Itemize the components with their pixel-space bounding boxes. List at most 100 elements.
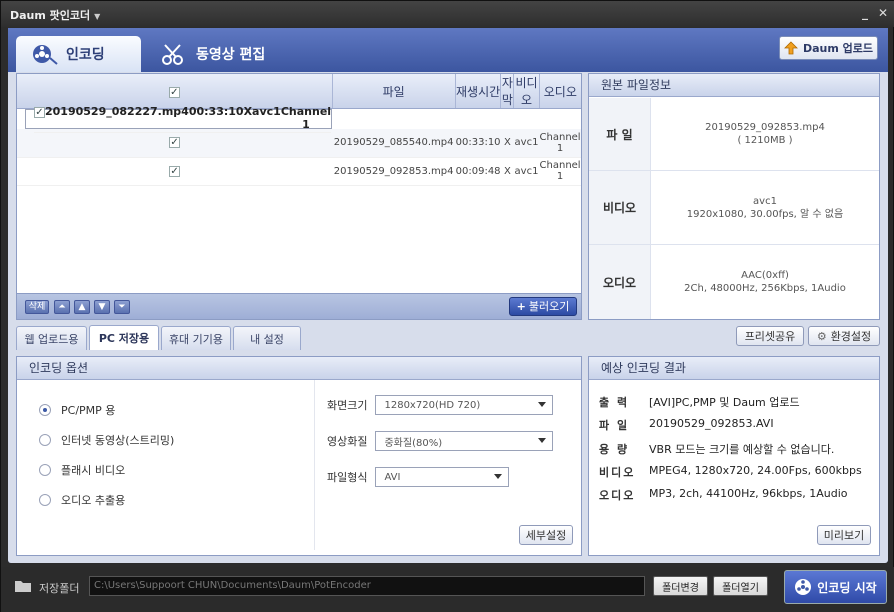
column-duration[interactable]: 재생시간 bbox=[455, 74, 502, 109]
table-row[interactable]: ✓ 20190529_085540.mp4 00:33:10 X avc1 Ch… bbox=[17, 129, 581, 158]
source-video-label: 비디오 bbox=[589, 171, 651, 244]
encoding-options-body: PC/PMP 용 인터넷 동영상(스트리밍) 플래시 비디오 오디오 추출용 bbox=[17, 380, 315, 550]
result-row-video: 비디오 MPEG4, 1280x720, 24.00Fps, 600kbps bbox=[599, 464, 862, 480]
radio-icon bbox=[39, 434, 51, 446]
arrow-top-icon: ⏶ bbox=[58, 302, 66, 312]
move-top-button[interactable]: ⏶ bbox=[54, 300, 70, 314]
load-button[interactable]: + 불러오기 bbox=[509, 297, 577, 316]
tab-my-settings[interactable]: 내 설정 bbox=[233, 326, 301, 350]
plus-icon: + bbox=[516, 300, 526, 313]
arrow-down-icon: ▼ bbox=[98, 302, 106, 312]
table-row[interactable]: ✓ 20190529_082227.mp4 00:33:10 X avc1 Ch… bbox=[25, 105, 333, 133]
quality-row: 영상화질 중화질(80%) bbox=[327, 431, 554, 451]
encoding-options-title: 인코딩 옵션 bbox=[17, 357, 581, 380]
source-video-detail: 1920x1080, 30.00fps, 알 수 없음 bbox=[686, 208, 844, 220]
file-audio: Channel 1 bbox=[539, 157, 581, 186]
format-select[interactable]: AVI bbox=[375, 467, 510, 487]
file-duration: 00:33:10 bbox=[455, 129, 501, 158]
file-video: avc1 bbox=[513, 129, 540, 158]
window-title-text: Daum 팟인코더 bbox=[10, 9, 91, 22]
tab-encoding[interactable]: 인코딩 bbox=[16, 36, 141, 72]
select-all-checkbox[interactable]: ✓ bbox=[17, 74, 333, 109]
move-down-button[interactable]: ▼ bbox=[94, 300, 110, 314]
radio-label: 플래시 비디오 bbox=[61, 464, 126, 477]
table-row[interactable]: ✓ 20190529_092853.mp4 00:09:48 X avc1 Ch… bbox=[17, 157, 581, 186]
start-encoding-button[interactable]: 인코딩 시작 bbox=[784, 570, 887, 604]
file-subtitle: X bbox=[243, 105, 253, 133]
radio-flash-video[interactable]: 플래시 비디오 bbox=[39, 462, 125, 478]
row-checkbox[interactable]: ✓ bbox=[17, 129, 333, 158]
radio-streaming[interactable]: 인터넷 동영상(스트리밍) bbox=[39, 432, 174, 448]
result-row-file: 파 일 20190529_092853.AVI bbox=[599, 417, 774, 433]
window-title[interactable]: Daum 팟인코더 ▼ bbox=[10, 7, 100, 23]
source-audio-label: 오디오 bbox=[589, 245, 651, 319]
detail-settings-button[interactable]: 세부설정 bbox=[519, 525, 573, 545]
column-video[interactable]: 비디오 bbox=[513, 74, 540, 109]
change-folder-button[interactable]: 폴더변경 bbox=[653, 576, 708, 596]
file-video: avc1 bbox=[252, 105, 281, 133]
result-key: 용 량 bbox=[599, 443, 630, 456]
quality-label: 영상화질 bbox=[327, 435, 368, 448]
file-name: 20190529_082227.mp4 bbox=[45, 105, 189, 133]
screen-size-row: 화면크기 1280x720(HD 720) bbox=[327, 395, 554, 415]
delete-button[interactable]: 삭제 bbox=[25, 300, 49, 314]
load-button-label: 불러오기 bbox=[528, 300, 570, 313]
file-audio: Channel 1 bbox=[539, 129, 581, 158]
quality-value: 중화질(80%) bbox=[384, 437, 443, 449]
column-audio[interactable]: 오디오 bbox=[539, 74, 581, 109]
chevron-down-icon bbox=[538, 402, 547, 407]
screen-size-select[interactable]: 1280x720(HD 720) bbox=[375, 395, 554, 415]
result-value: MPEG4, 1280x720, 24.00Fps, 600kbps bbox=[649, 464, 862, 477]
tab-pc-storage[interactable]: PC 저장용 bbox=[89, 325, 159, 350]
arrow-bottom-icon: ⏷ bbox=[118, 302, 126, 312]
file-name: 20190529_092853.mp4 bbox=[332, 157, 456, 186]
open-folder-button[interactable]: 폴더열기 bbox=[713, 576, 768, 596]
daum-upload-button[interactable]: Daum 업로드 bbox=[779, 36, 878, 60]
save-folder-path[interactable]: C:\Users\Suppoort CHUN\Documents\Daum\Po… bbox=[89, 576, 645, 596]
radio-label: 오디오 추출용 bbox=[61, 494, 126, 507]
source-file-row: 파 일 20190529_092853.mp4 ( 1210MB ) bbox=[589, 98, 879, 171]
tab-mobile-device[interactable]: 휴대 기기용 bbox=[161, 326, 231, 350]
main-content: 인코딩 동영상 편집 Daum 업로드 ✓ 파일 재생시간 자막 비디오 오디오… bbox=[8, 28, 888, 563]
screen-size-label: 화면크기 bbox=[327, 399, 368, 412]
result-row-size: 용 량 VBR 모드는 크기를 예상할 수 없습니다. bbox=[599, 441, 834, 457]
column-file[interactable]: 파일 bbox=[332, 74, 456, 109]
env-settings-button[interactable]: ⚙ 환경설정 bbox=[808, 326, 880, 346]
result-row-audio: 오디오 MP3, 2ch, 44100Hz, 96kbps, 1Audio bbox=[599, 487, 847, 503]
radio-pc-pmp[interactable]: PC/PMP 용 bbox=[39, 402, 115, 418]
expected-result-panel: 예상 인코딩 결과 출 력 [AVI]PC,PMP 및 Daum 업로드 파 일 2… bbox=[588, 356, 880, 556]
app-window: Daum 팟인코더 ▼ _ ✕ 인코딩 동영상 편집 Daum 업로드 ✓ 파일… bbox=[0, 0, 894, 612]
radio-selected-icon bbox=[39, 404, 51, 416]
radio-audio-extract[interactable]: 오디오 추출용 bbox=[39, 492, 125, 508]
format-row: 파일형식 AVI bbox=[327, 467, 510, 487]
arrow-up-icon: ▲ bbox=[78, 302, 86, 312]
gear-icon: ⚙ bbox=[816, 329, 827, 343]
preview-button[interactable]: 미리보기 bbox=[817, 525, 871, 545]
result-key: 출 력 bbox=[599, 396, 630, 409]
upload-arrow-icon bbox=[784, 41, 798, 55]
row-checkbox[interactable]: ✓ bbox=[34, 105, 45, 133]
main-panel: ✓ 파일 재생시간 자막 비디오 오디오 ✓ 20190529_082227.m… bbox=[8, 72, 888, 563]
tab-video-edit[interactable]: 동영상 편집 bbox=[146, 36, 281, 72]
bottom-bar: 저장폴더 C:\Users\Suppoort CHUN\Documents\Da… bbox=[1, 567, 894, 612]
quality-select[interactable]: 중화질(80%) bbox=[375, 431, 554, 451]
format-value: AVI bbox=[384, 471, 401, 483]
preset-share-button[interactable]: 프리셋공유 bbox=[736, 326, 804, 346]
screen-size-value: 1280x720(HD 720) bbox=[384, 399, 481, 411]
file-video: avc1 bbox=[513, 157, 540, 186]
source-audio-codec: AAC(0xff) bbox=[741, 270, 789, 281]
file-subtitle: X bbox=[500, 129, 514, 158]
tab-web-upload[interactable]: 웹 업로드용 bbox=[16, 326, 87, 350]
move-bottom-button[interactable]: ⏷ bbox=[114, 300, 130, 314]
row-checkbox[interactable]: ✓ bbox=[17, 157, 333, 186]
title-bar: Daum 팟인코더 ▼ _ ✕ bbox=[1, 1, 894, 27]
column-subtitle[interactable]: 자막 bbox=[500, 74, 515, 109]
radio-label: PC/PMP 용 bbox=[61, 404, 116, 417]
minimize-button[interactable]: _ bbox=[857, 5, 873, 21]
result-value: MP3, 2ch, 44100Hz, 96kbps, 1Audio bbox=[649, 487, 848, 500]
chevron-down-icon bbox=[538, 438, 547, 443]
chevron-down-icon bbox=[494, 474, 503, 479]
start-encoding-label: 인코딩 시작 bbox=[817, 580, 877, 595]
close-button[interactable]: ✕ bbox=[875, 5, 891, 21]
move-up-button[interactable]: ▲ bbox=[74, 300, 90, 314]
